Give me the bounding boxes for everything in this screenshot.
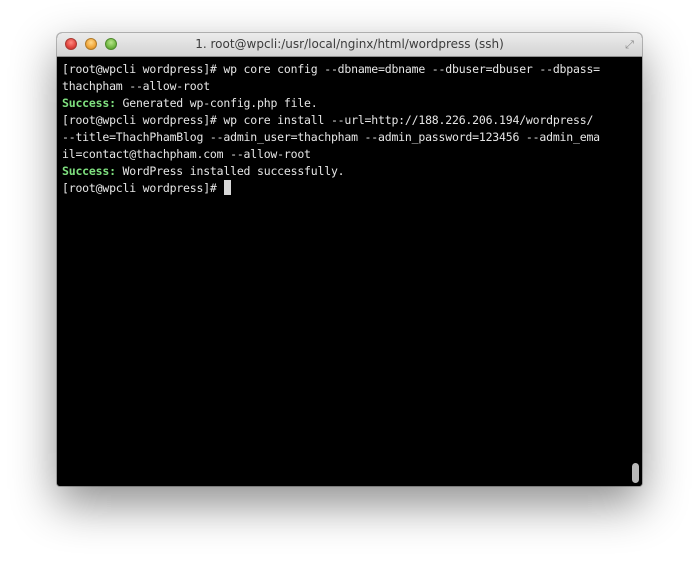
shell-prompt: [root@wpcli wordpress]# <box>62 181 224 195</box>
terminal-line: Success: WordPress installed successfull… <box>62 163 642 180</box>
line-text: --title=ThachPhamBlog --admin_user=thach… <box>62 130 600 144</box>
line-text: [root@wpcli wordpress]# wp core config -… <box>62 62 600 76</box>
success-label: Success: <box>62 96 116 110</box>
text-cursor <box>224 180 232 195</box>
line-text: WordPress installed successfully. <box>115 164 345 178</box>
line-text: thachpham --allow-root <box>62 79 210 93</box>
success-label: Success: <box>62 164 116 178</box>
line-text: Generated wp-config.php file. <box>115 96 318 110</box>
title-bar[interactable]: 1. root@wpcli:/usr/local/nginx/html/word… <box>57 33 642 57</box>
line-text: [root@wpcli wordpress]# wp core install … <box>62 113 594 127</box>
terminal-line: --title=ThachPhamBlog --admin_user=thach… <box>62 129 642 146</box>
terminal-line: [root@wpcli wordpress]# wp core install … <box>62 112 642 129</box>
fullscreen-icon[interactable]: ⤢ <box>623 38 636 51</box>
terminal-line: [root@wpcli wordpress]# wp core config -… <box>62 61 642 78</box>
terminal-line: thachpham --allow-root <box>62 78 642 95</box>
terminal-output[interactable]: [root@wpcli wordpress]# wp core config -… <box>57 57 642 486</box>
terminal-line: il=contact@thachpham.com --allow-root <box>62 146 642 163</box>
terminal-window: 1. root@wpcli:/usr/local/nginx/html/word… <box>57 33 642 486</box>
scrollbar-thumb[interactable] <box>632 463 639 483</box>
window-title: 1. root@wpcli:/usr/local/nginx/html/word… <box>195 37 504 51</box>
line-text: il=contact@thachpham.com --allow-root <box>62 147 311 161</box>
terminal-line: Success: Generated wp-config.php file. <box>62 95 642 112</box>
prompt-line[interactable]: [root@wpcli wordpress]# <box>62 180 642 197</box>
